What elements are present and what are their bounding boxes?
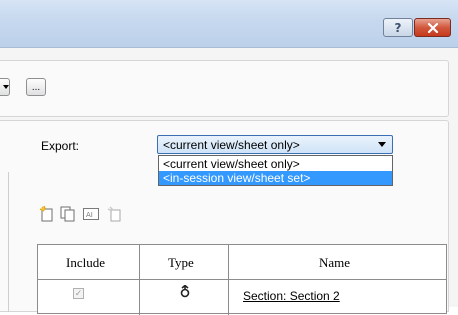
chevron-down-icon [3,85,9,89]
close-icon [427,22,438,33]
title-bar: ? [0,0,458,48]
help-button[interactable]: ? [383,18,413,37]
new-sheet-set-icon[interactable] [38,205,56,223]
chevron-down-icon [378,142,386,147]
export-select-value: <current view/sheet only> [163,138,300,152]
table-row-name[interactable]: Section: Section 2 [243,289,340,303]
column-divider [228,245,229,315]
rename-sheet-set-icon[interactable]: AI [82,205,100,223]
export-dropdown-list: <current view/sheet only> <in-session vi… [158,155,393,186]
export-select[interactable]: <current view/sheet only> [157,135,393,154]
delete-sheet-set-icon[interactable] [106,205,124,223]
panel-divider [8,172,9,312]
export-option-in-session[interactable]: <in-session view/sheet set> [159,171,392,185]
column-divider [139,245,140,315]
browse-button[interactable]: ... [26,78,46,96]
svg-text:AI: AI [86,211,93,219]
export-option-current[interactable]: <current view/sheet only> [159,157,392,171]
duplicate-sheet-set-icon[interactable] [59,205,77,223]
section-view-icon [180,285,190,298]
export-label: Export: [41,139,80,153]
options-panel [0,60,449,117]
sheet-table: Include Type Name ✓ Section: Section 2 [37,244,447,315]
column-header-type[interactable]: Type [168,255,194,271]
include-checkbox[interactable]: ✓ [73,288,84,299]
close-button[interactable] [414,18,451,37]
dropdown-arrow-button[interactable] [0,78,10,96]
column-header-include[interactable]: Include [66,255,105,271]
column-header-name[interactable]: Name [319,255,350,271]
